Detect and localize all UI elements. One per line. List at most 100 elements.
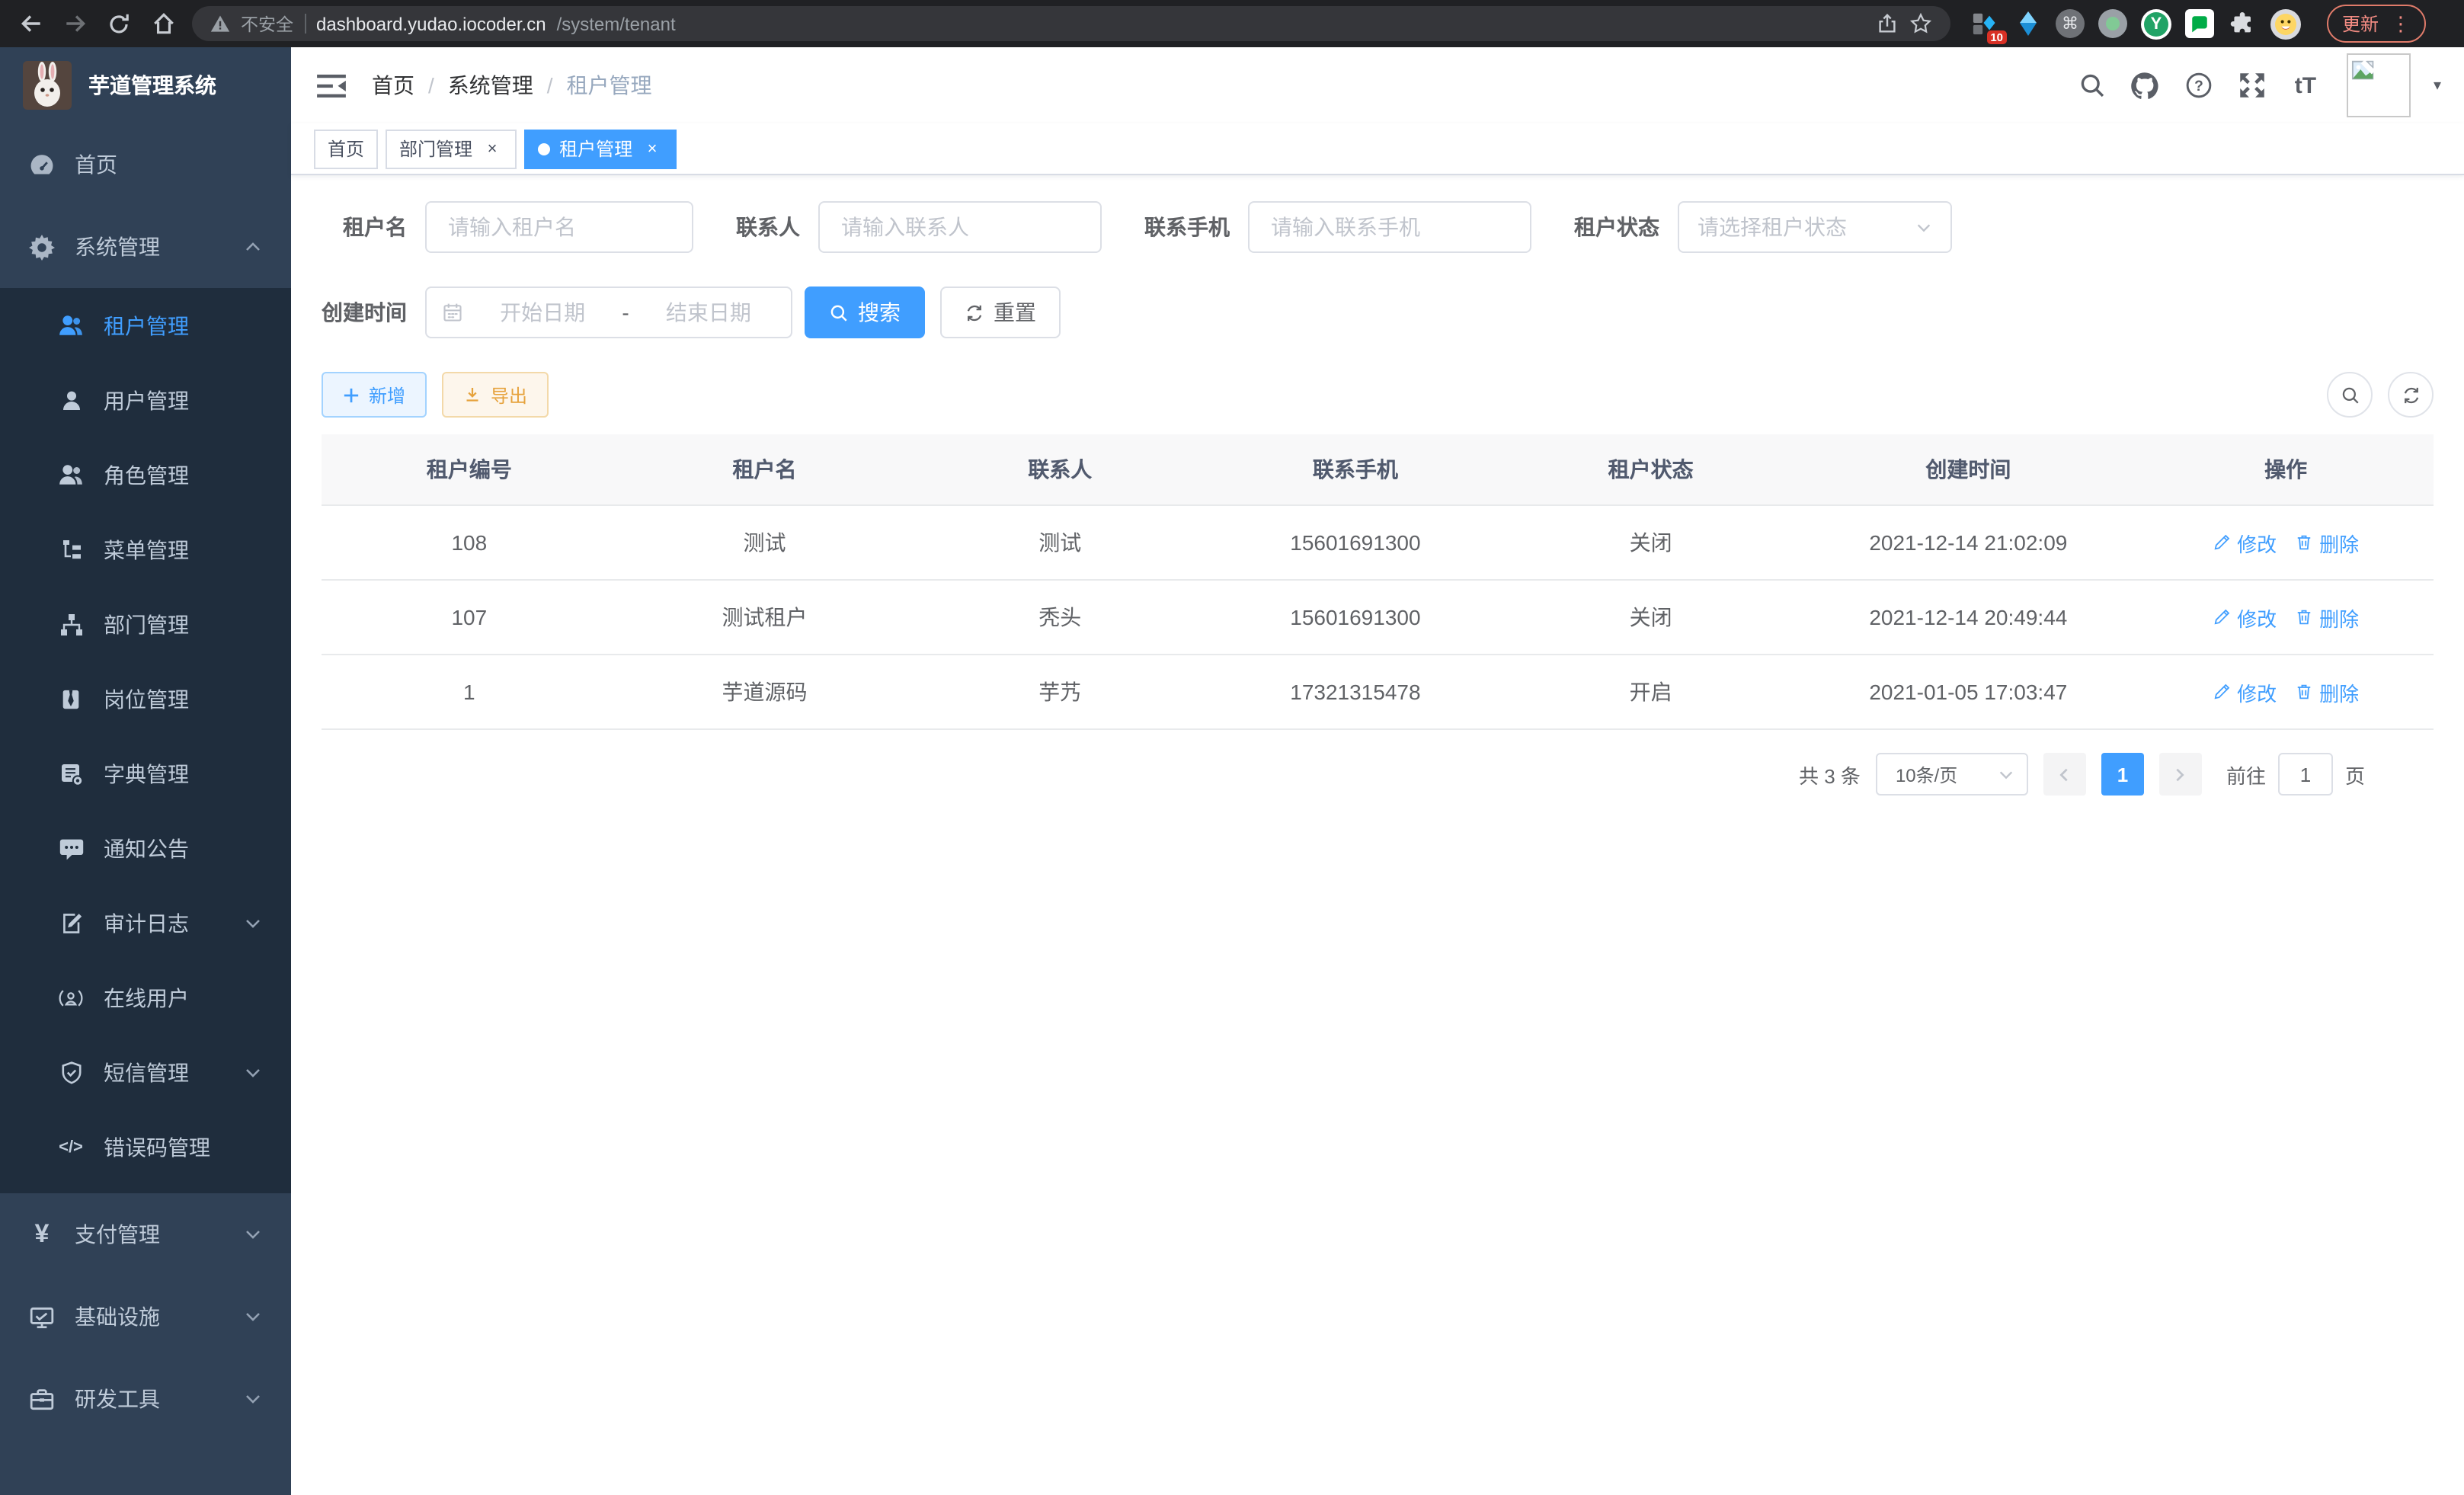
extension-devtool-icon[interactable]: 10 bbox=[1970, 9, 1999, 38]
edit-link[interactable]: 修改 bbox=[2213, 603, 2277, 632]
status-select[interactable]: 请选择租户状态 bbox=[1678, 201, 1952, 253]
breadcrumb: 首页 / 系统管理 / 租户管理 bbox=[372, 70, 652, 101]
add-button[interactable]: 新增 bbox=[322, 372, 427, 418]
sidebar-item-devtools[interactable]: 研发工具 bbox=[0, 1358, 291, 1440]
font-size-icon[interactable]: tT bbox=[2290, 70, 2321, 101]
prev-page-button[interactable] bbox=[2043, 753, 2086, 796]
field-label: 联系人 bbox=[736, 212, 800, 242]
goto-page-input[interactable] bbox=[2278, 753, 2333, 796]
refresh-table-button[interactable] bbox=[2388, 372, 2434, 418]
profile-avatar-icon[interactable] bbox=[2270, 8, 2301, 39]
sidebar-item-sms[interactable]: 短信管理 bbox=[0, 1035, 291, 1109]
share-icon[interactable] bbox=[1876, 12, 1899, 35]
chevron-left-icon bbox=[2056, 766, 2073, 783]
cell-contact: 芋艿 bbox=[912, 655, 1208, 728]
sidebar-item-label: 系统管理 bbox=[75, 232, 160, 262]
extensions-puzzle-icon[interactable] bbox=[2228, 9, 2257, 38]
tenant-name-input[interactable] bbox=[445, 213, 674, 241]
tag-tenant-active[interactable]: 租户管理 × bbox=[524, 129, 677, 168]
breadcrumb-home[interactable]: 首页 bbox=[372, 70, 414, 101]
browser-back-icon[interactable] bbox=[15, 8, 46, 39]
browser-update-button[interactable]: 更新 ⋮ bbox=[2327, 5, 2426, 43]
cell-mobile: 15601691300 bbox=[1208, 581, 1503, 654]
next-page-button[interactable] bbox=[2159, 753, 2202, 796]
sidebar-item-dict[interactable]: 字典管理 bbox=[0, 736, 291, 811]
github-icon[interactable] bbox=[2130, 70, 2161, 101]
sidebar-item-online-users[interactable]: 在线用户 bbox=[0, 960, 291, 1035]
browser-reload-icon[interactable] bbox=[104, 8, 134, 39]
sidebar-item-label: 审计日志 bbox=[104, 908, 189, 938]
date-range-picker[interactable]: 开始日期 - 结束日期 bbox=[425, 287, 792, 338]
app-root: 不安全 dashboard.yudao.iocoder.cn/system/te… bbox=[0, 0, 2464, 1495]
breadcrumb-system[interactable]: 系统管理 bbox=[448, 70, 533, 101]
sidebar-item-label: 在线用户 bbox=[104, 982, 189, 1013]
sidebar: 芋道管理系统 首页 系统管理 租户管理 用户管理 bbox=[0, 47, 291, 1495]
avatar-broken-image[interactable] bbox=[2347, 53, 2411, 117]
sidebar-item-pay[interactable]: ¥ 支付管理 bbox=[0, 1193, 291, 1276]
breadcrumb-separator: / bbox=[428, 73, 434, 98]
pagination: 共 3 条 10条/页 1 前往 页 bbox=[322, 753, 2434, 796]
url-bar[interactable]: 不安全 dashboard.yudao.iocoder.cn/system/te… bbox=[192, 6, 1950, 41]
calendar-icon bbox=[442, 302, 463, 323]
extension-kite-icon[interactable] bbox=[2013, 9, 2042, 38]
sidebar-item-label: 部门管理 bbox=[104, 609, 189, 639]
delete-link[interactable]: 删除 bbox=[2295, 603, 2359, 632]
edit-link[interactable]: 修改 bbox=[2213, 677, 2277, 706]
tag-dept[interactable]: 部门管理 × bbox=[386, 129, 517, 168]
sidebar-item-role[interactable]: 角色管理 bbox=[0, 437, 291, 512]
browser-forward-icon[interactable] bbox=[59, 8, 90, 39]
delete-link[interactable]: 删除 bbox=[2295, 528, 2359, 557]
edit-pencil-icon bbox=[2213, 683, 2231, 701]
cell-tenant-id: 107 bbox=[322, 581, 617, 654]
search-button[interactable]: 搜索 bbox=[805, 287, 925, 338]
sidebar-item-label: 角色管理 bbox=[104, 459, 189, 490]
tag-close-icon[interactable]: × bbox=[482, 138, 503, 159]
sidebar-item-audit-log[interactable]: 审计日志 bbox=[0, 885, 291, 960]
extension-chat-icon[interactable] bbox=[2185, 9, 2214, 38]
sidebar-fold-icon[interactable] bbox=[314, 69, 347, 102]
page-size-select[interactable]: 10条/页 bbox=[1876, 753, 2028, 796]
sidebar-item-system[interactable]: 系统管理 bbox=[0, 206, 291, 288]
add-button-label: 新增 bbox=[369, 382, 405, 408]
sidebar-logo[interactable]: 芋道管理系统 bbox=[0, 47, 291, 123]
sidebar-item-post[interactable]: 岗位管理 bbox=[0, 661, 291, 736]
extension-recorder-icon[interactable] bbox=[2098, 9, 2127, 38]
contact-input[interactable] bbox=[838, 213, 1082, 241]
reset-button[interactable]: 重置 bbox=[940, 287, 1061, 338]
chevron-up-icon bbox=[244, 238, 262, 256]
cell-actions: 修改 删除 bbox=[2138, 581, 2434, 654]
tenant-table: 租户编号 租户名 联系人 联系手机 租户状态 创建时间 操作 108 测试 测试… bbox=[322, 434, 2434, 730]
sidebar-item-dept[interactable]: 部门管理 bbox=[0, 587, 291, 661]
search-icon[interactable] bbox=[2077, 70, 2107, 101]
extension-yudao-icon[interactable]: Y bbox=[2141, 8, 2171, 39]
tag-close-icon[interactable]: × bbox=[642, 138, 663, 159]
export-button[interactable]: 导出 bbox=[442, 372, 549, 418]
filter-row-1: 租户名 联系人 联系手机 租户状态 请选择租户状态 bbox=[322, 201, 2434, 253]
fullscreen-icon[interactable] bbox=[2237, 70, 2267, 101]
toggle-search-button[interactable] bbox=[2327, 372, 2373, 418]
tag-home[interactable]: 首页 bbox=[314, 129, 378, 168]
caret-down-icon[interactable]: ▾ bbox=[2434, 77, 2441, 94]
sidebar-item-error-code[interactable]: </> 错误码管理 bbox=[0, 1109, 291, 1184]
field-label: 创建时间 bbox=[322, 297, 407, 328]
sidebar-item-menu[interactable]: 菜单管理 bbox=[0, 512, 291, 587]
sidebar-item-infra[interactable]: 基础设施 bbox=[0, 1276, 291, 1358]
sidebar-item-label: 基础设施 bbox=[75, 1301, 160, 1332]
column-header: 租户编号 bbox=[322, 434, 617, 504]
mobile-input[interactable] bbox=[1268, 213, 1512, 241]
bookmark-star-icon[interactable] bbox=[1909, 12, 1932, 35]
browser-menu-icon[interactable]: ⋮ bbox=[2391, 11, 2411, 36]
help-icon[interactable]: ? bbox=[2184, 70, 2214, 101]
trash-icon bbox=[2295, 683, 2313, 701]
page-number-active[interactable]: 1 bbox=[2101, 753, 2144, 796]
active-dot bbox=[538, 142, 550, 155]
sidebar-item-tenant[interactable]: 租户管理 bbox=[0, 288, 291, 363]
date-separator: - bbox=[622, 300, 629, 325]
sidebar-item-home[interactable]: 首页 bbox=[0, 123, 291, 206]
edit-link[interactable]: 修改 bbox=[2213, 528, 2277, 557]
delete-link[interactable]: 删除 bbox=[2295, 677, 2359, 706]
browser-home-icon[interactable] bbox=[148, 8, 178, 39]
sidebar-item-notice[interactable]: 通知公告 bbox=[0, 811, 291, 885]
sidebar-item-user[interactable]: 用户管理 bbox=[0, 363, 291, 437]
extension-command-icon[interactable]: ⌘ bbox=[2056, 9, 2085, 38]
